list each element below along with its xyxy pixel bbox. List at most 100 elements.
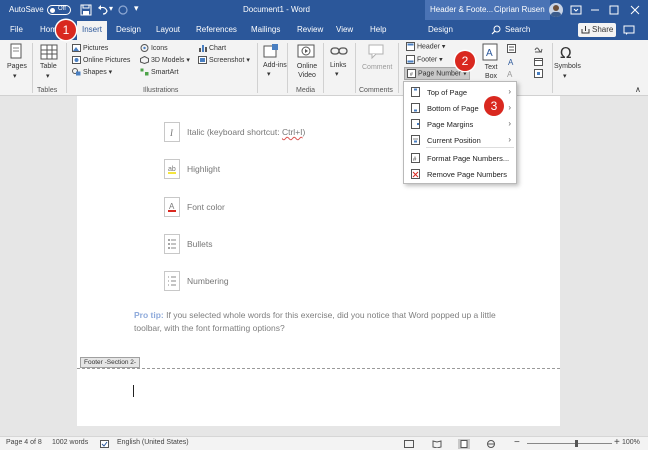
restore-icon[interactable]	[607, 3, 621, 17]
minimize-icon[interactable]	[588, 3, 602, 17]
3d-models-button[interactable]: 3D Models ▾	[140, 56, 190, 65]
autosave-toggle[interactable]: Off	[47, 5, 71, 15]
online-pictures-icon	[72, 56, 81, 64]
symbols-button[interactable]: Ω	[558, 43, 576, 63]
addins-label: Add-ins	[263, 62, 287, 69]
tab-help[interactable]: Help	[370, 25, 386, 34]
svg-text:A: A	[508, 58, 514, 66]
separator	[287, 43, 288, 93]
footer-dropdown-icon[interactable]: ▾	[439, 56, 443, 63]
tab-review[interactable]: Review	[297, 25, 323, 34]
menu-item-remove-page-numbers[interactable]: Remove Page Numbers	[404, 166, 516, 182]
submenu-arrow-icon: ›	[508, 135, 511, 144]
highlight-icon-box: ab	[164, 159, 180, 179]
symbols-dropdown-icon[interactable]: ▾	[563, 72, 567, 80]
svg-text:A: A	[169, 202, 175, 211]
menu-item-label: Top of Page	[427, 88, 468, 97]
addins-button[interactable]	[263, 43, 279, 61]
print-layout-icon[interactable]	[458, 439, 470, 449]
date-time-icon[interactable]	[534, 57, 543, 66]
menu-item-current-position[interactable]: Current Position ›	[404, 132, 516, 148]
save-icon[interactable]	[80, 4, 92, 16]
chart-button[interactable]: Chart	[198, 44, 226, 52]
undo-icon[interactable]	[97, 4, 109, 16]
shapes-icon	[72, 68, 81, 76]
tab-insert[interactable]: Insert	[77, 21, 108, 40]
object-icon[interactable]	[534, 69, 543, 78]
italic-icon-box: I	[164, 122, 180, 142]
share-button[interactable]: Share	[578, 23, 616, 37]
drop-cap-icon[interactable]: A	[507, 69, 516, 78]
comment-button[interactable]	[367, 43, 385, 61]
document-title: Document1 - Word	[243, 5, 310, 14]
pro-tip-text: If you selected whole words for this exe…	[134, 310, 496, 333]
avatar[interactable]	[549, 3, 563, 17]
smartart-button[interactable]: SmartArt	[140, 68, 179, 76]
ribbon-display-icon[interactable]	[569, 3, 583, 17]
header-dropdown-icon[interactable]: ▾	[442, 43, 446, 50]
word-count[interactable]: 1002 words	[52, 439, 88, 446]
list-item-text: Numbering	[187, 276, 229, 286]
table-button[interactable]	[40, 43, 58, 63]
user-name[interactable]: Ciprian Rusen	[494, 5, 545, 14]
icons-icon	[140, 44, 149, 52]
online-video-button[interactable]	[297, 43, 315, 61]
language[interactable]: English (United States)	[117, 439, 189, 446]
shapes-dropdown-icon[interactable]: ▾	[109, 69, 113, 76]
zoom-slider-thumb[interactable]	[575, 440, 578, 447]
header-button[interactable]: Header ▾	[406, 42, 445, 51]
menu-item-page-margins[interactable]: Page Margins ›	[404, 116, 516, 132]
bullets-icon-box	[164, 234, 180, 254]
footer-icon	[406, 55, 415, 64]
wordart-icon[interactable]: A	[507, 57, 516, 66]
screenshot-button[interactable]: Screenshot ▾	[198, 56, 250, 65]
table-icon	[40, 44, 58, 60]
search-icon	[491, 25, 501, 35]
tab-layout[interactable]: Layout	[156, 25, 180, 34]
footer-button[interactable]: Footer ▾	[406, 55, 443, 64]
menu-separator	[426, 147, 514, 148]
web-layout-icon[interactable]	[486, 440, 496, 448]
screenshot-dropdown-icon[interactable]: ▾	[246, 57, 250, 64]
quick-parts-icon[interactable]	[507, 44, 516, 53]
tab-design[interactable]: Design	[116, 25, 141, 34]
undo-dropdown-icon[interactable]: ▾	[109, 4, 113, 13]
shapes-button[interactable]: Shapes ▾	[72, 68, 112, 76]
tab-header-footer-design[interactable]: Design	[428, 25, 453, 34]
tab-view[interactable]: View	[336, 25, 353, 34]
comments-icon[interactable]	[623, 24, 635, 36]
table-dropdown-icon[interactable]: ▾	[46, 72, 50, 80]
redo-icon[interactable]	[117, 4, 129, 16]
page-count[interactable]: Page 4 of 8	[6, 439, 42, 446]
links-dropdown-icon[interactable]: ▾	[335, 70, 339, 78]
tab-file[interactable]: File	[10, 25, 23, 34]
zoom-in-button[interactable]: +	[614, 437, 620, 448]
addins-dropdown-icon[interactable]: ▾	[267, 70, 271, 78]
read-mode-icon[interactable]	[432, 440, 442, 448]
tab-references[interactable]: References	[196, 25, 237, 34]
zoom-out-button[interactable]: −	[514, 437, 520, 448]
format-page-numbers-icon: #	[411, 153, 420, 163]
text-box-button[interactable]: A	[482, 43, 498, 63]
customize-toolbar-icon[interactable]: ▾	[134, 3, 139, 14]
collapse-ribbon-icon[interactable]: ∧	[635, 85, 641, 94]
links-button[interactable]	[330, 43, 348, 61]
pictures-label: Pictures	[82, 44, 109, 52]
signature-line-icon[interactable]	[534, 44, 543, 53]
icons-button[interactable]: Icons	[140, 44, 168, 52]
3d-models-dropdown-icon[interactable]: ▾	[186, 57, 190, 64]
tab-mailings[interactable]: Mailings	[251, 25, 280, 34]
zoom-level[interactable]: 100%	[622, 439, 640, 446]
focus-mode-icon[interactable]	[404, 440, 414, 448]
svg-text:Ω: Ω	[560, 44, 571, 61]
bottom-of-page-icon	[411, 103, 420, 113]
proofing-icon[interactable]	[100, 440, 109, 448]
menu-item-format-page-numbers[interactable]: # Format Page Numbers...	[404, 150, 516, 166]
page-number-dropdown-icon[interactable]: ▾	[463, 70, 467, 77]
pictures-button[interactable]: Pictures	[72, 44, 108, 52]
pages-dropdown-icon[interactable]: ▾	[13, 72, 17, 80]
zoom-slider[interactable]	[527, 440, 612, 447]
pages-button[interactable]	[8, 43, 24, 63]
close-icon[interactable]	[628, 3, 642, 17]
online-pictures-button[interactable]: Online Pictures	[72, 56, 130, 64]
